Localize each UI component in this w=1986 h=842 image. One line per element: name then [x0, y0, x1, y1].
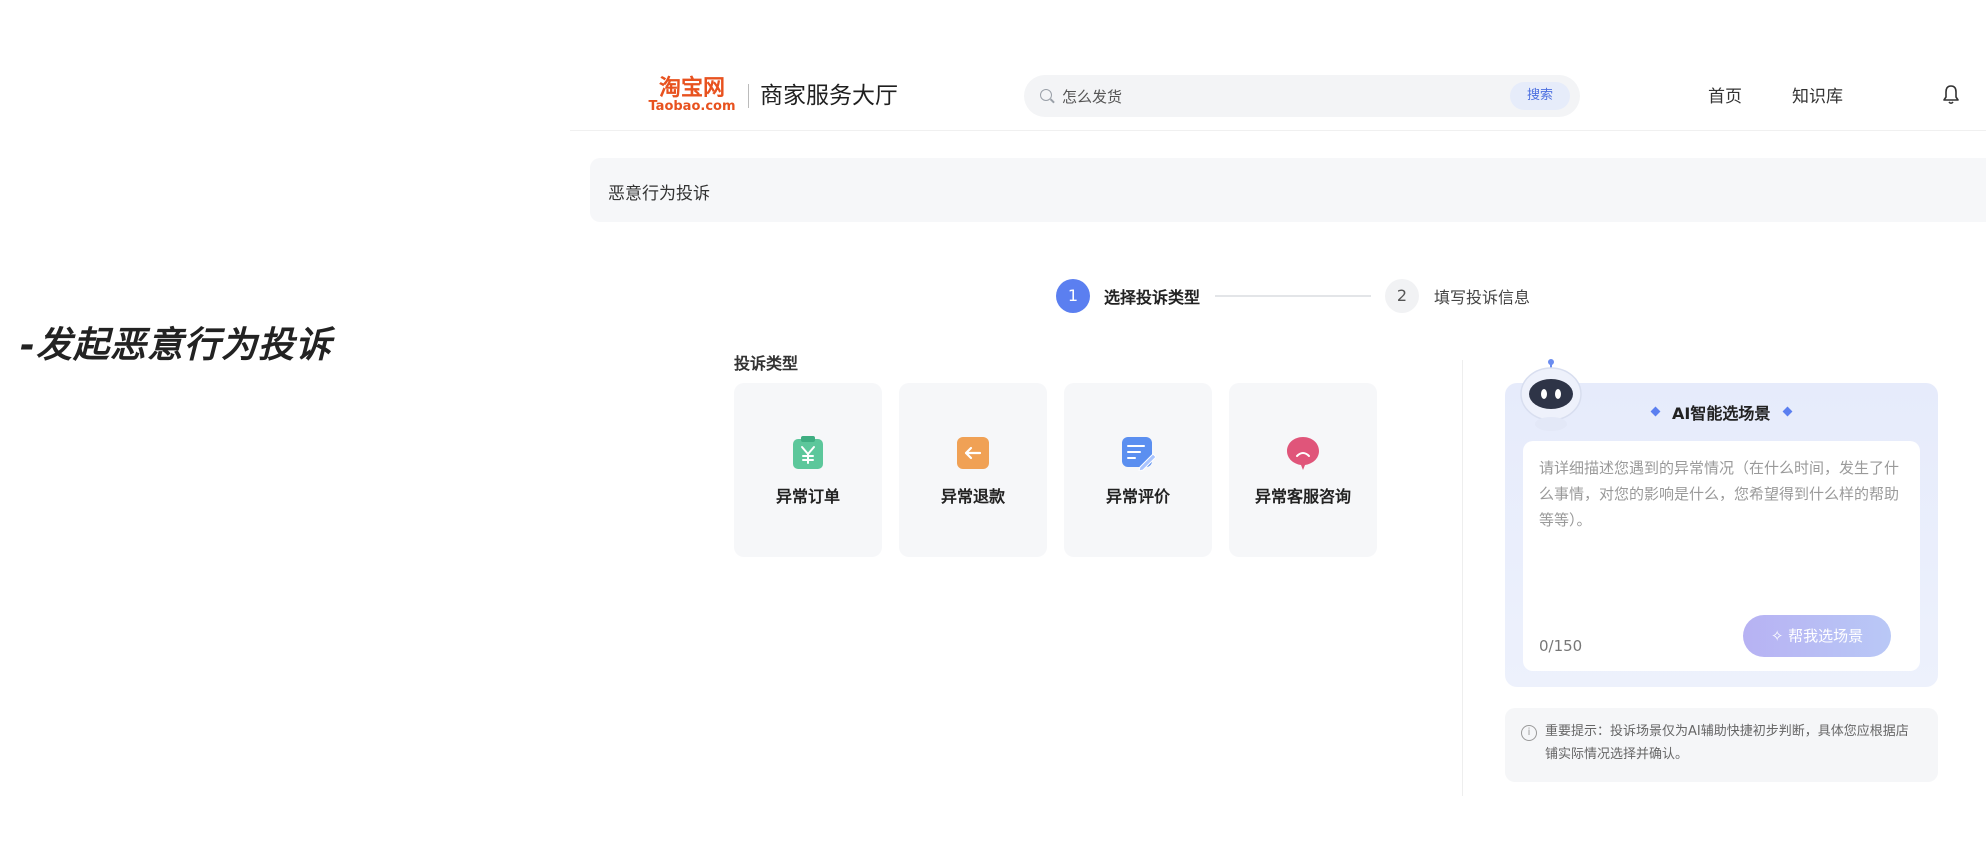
important-tip: i 重要提示：投诉场景仅为AI辅助快捷初步判断，具体您应根据店铺实际情况选择并确… — [1505, 708, 1938, 782]
ai-input-box: 0/150 ✧ 帮我选场景 — [1523, 441, 1920, 671]
help-select-scene-button[interactable]: ✧ 帮我选场景 — [1743, 615, 1891, 657]
site-title: 商家服务大厅 — [760, 83, 898, 109]
search-icon — [1040, 89, 1052, 101]
nav-home[interactable]: 首页 — [1708, 82, 1742, 107]
complaint-type-title: 投诉类型 — [734, 354, 799, 373]
type-label: 异常退款 — [940, 487, 1005, 506]
page-caption: -发起恶意行为投诉 — [20, 325, 332, 366]
info-icon: i — [1521, 725, 1537, 741]
logo-cn-text: 淘宝网 — [658, 75, 725, 101]
nav-knowledge-base[interactable]: 知识库 — [1792, 82, 1843, 107]
step-2-label: 填写投诉信息 — [1434, 288, 1531, 307]
step-2-indicator: 2 — [1385, 279, 1419, 313]
type-card-abnormal-customer-service[interactable]: 异常客服咨询 — [1229, 383, 1377, 557]
type-label: 异常客服咨询 — [1254, 487, 1351, 506]
breadcrumb-title: 恶意行为投诉 — [608, 184, 710, 204]
ai-panel-title: AI智能选场景 — [1672, 404, 1771, 423]
top-header: 淘宝网 Taobao.com 商家服务大厅 搜索 首页 知识库 — [570, 60, 1986, 131]
section-divider — [1462, 360, 1463, 796]
bell-icon[interactable] — [1942, 84, 1960, 106]
step-1-indicator: 1 — [1056, 279, 1090, 313]
type-card-abnormal-order[interactable]: 异常订单 — [734, 383, 882, 557]
logo-divider — [748, 84, 749, 108]
type-card-abnormal-review[interactable]: 异常评价 — [1064, 383, 1212, 557]
tip-text: 重要提示：投诉场景仅为AI辅助快捷初步判断，具体您应根据店铺实际情况选择并确认。 — [1545, 724, 1909, 762]
robot-icon — [1520, 359, 1582, 431]
refund-arrow-icon — [957, 437, 989, 469]
scene-description-input[interactable] — [1537, 453, 1911, 577]
review-edit-icon — [1122, 437, 1156, 471]
sparkle-icon: ✧ — [1770, 627, 1789, 645]
search-bar: 搜索 — [1024, 75, 1580, 119]
taobao-logo[interactable]: 淘宝网 Taobao.com — [646, 76, 738, 118]
search-button[interactable]: 搜索 — [1510, 82, 1570, 110]
search-input[interactable] — [1060, 75, 1464, 119]
sad-chat-icon — [1287, 437, 1319, 470]
help-button-label: 帮我选场景 — [1788, 627, 1864, 645]
logo-en-text: Taobao.com — [648, 99, 736, 114]
type-label: 异常订单 — [775, 487, 840, 506]
breadcrumb: 恶意行为投诉 — [590, 158, 1986, 222]
char-counter: 0/150 — [1539, 637, 1583, 655]
type-label: 异常评价 — [1105, 487, 1170, 506]
step-1-label: 选择投诉类型 — [1104, 288, 1201, 307]
order-yen-icon — [793, 436, 823, 469]
step-connector — [1215, 295, 1371, 297]
type-card-abnormal-refund[interactable]: 异常退款 — [899, 383, 1047, 557]
